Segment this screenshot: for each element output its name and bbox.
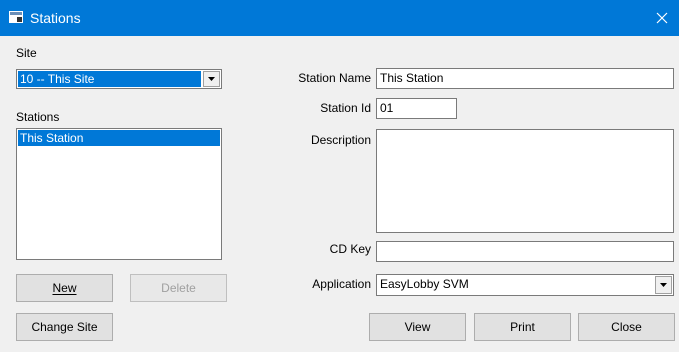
view-button-label: View bbox=[404, 320, 431, 334]
close-window-button[interactable] bbox=[645, 0, 679, 36]
site-dropdown-button[interactable] bbox=[203, 71, 220, 87]
close-button-label: Close bbox=[611, 320, 642, 334]
close-icon bbox=[656, 12, 668, 24]
close-button[interactable]: Close bbox=[578, 313, 675, 341]
new-button-label: New bbox=[52, 281, 77, 295]
window-app-icon bbox=[9, 11, 23, 23]
print-button[interactable]: Print bbox=[474, 313, 571, 341]
change-site-button[interactable]: Change Site bbox=[16, 313, 113, 341]
cd-key-input[interactable] bbox=[376, 241, 674, 262]
window-title: Stations bbox=[30, 10, 81, 26]
station-id-value: 01 bbox=[380, 101, 394, 115]
title-bar: Stations bbox=[0, 0, 679, 36]
station-name-label: Station Name bbox=[298, 71, 371, 85]
site-selected-value: 10 -- This Site bbox=[18, 71, 201, 87]
application-label: Application bbox=[312, 277, 371, 291]
station-id-input[interactable]: 01 bbox=[376, 98, 457, 119]
print-button-label: Print bbox=[510, 320, 535, 334]
station-name-value: This Station bbox=[380, 71, 444, 85]
application-value: EasyLobby SVM bbox=[380, 277, 469, 291]
change-site-button-label: Change Site bbox=[31, 320, 98, 334]
view-button[interactable]: View bbox=[369, 313, 466, 341]
stations-label: Stations bbox=[16, 110, 60, 124]
site-dropdown[interactable]: 10 -- This Site bbox=[16, 69, 222, 89]
delete-button-label: Delete bbox=[161, 281, 196, 295]
list-item[interactable]: This Station bbox=[18, 130, 220, 146]
chevron-down-icon bbox=[660, 283, 667, 287]
description-label: Description bbox=[310, 133, 371, 147]
new-button[interactable]: New bbox=[16, 274, 113, 302]
site-label: Site bbox=[16, 46, 37, 60]
station-id-label: Station Id bbox=[320, 101, 371, 115]
description-textarea[interactable] bbox=[376, 129, 674, 233]
cd-key-label: CD Key bbox=[329, 242, 371, 256]
application-dropdown[interactable]: EasyLobby SVM bbox=[376, 274, 674, 296]
chevron-down-icon bbox=[208, 77, 215, 81]
station-name-input[interactable]: This Station bbox=[376, 68, 674, 89]
stations-listbox[interactable]: This Station bbox=[16, 128, 222, 260]
application-dropdown-button[interactable] bbox=[655, 276, 672, 294]
delete-button[interactable]: Delete bbox=[130, 274, 227, 302]
